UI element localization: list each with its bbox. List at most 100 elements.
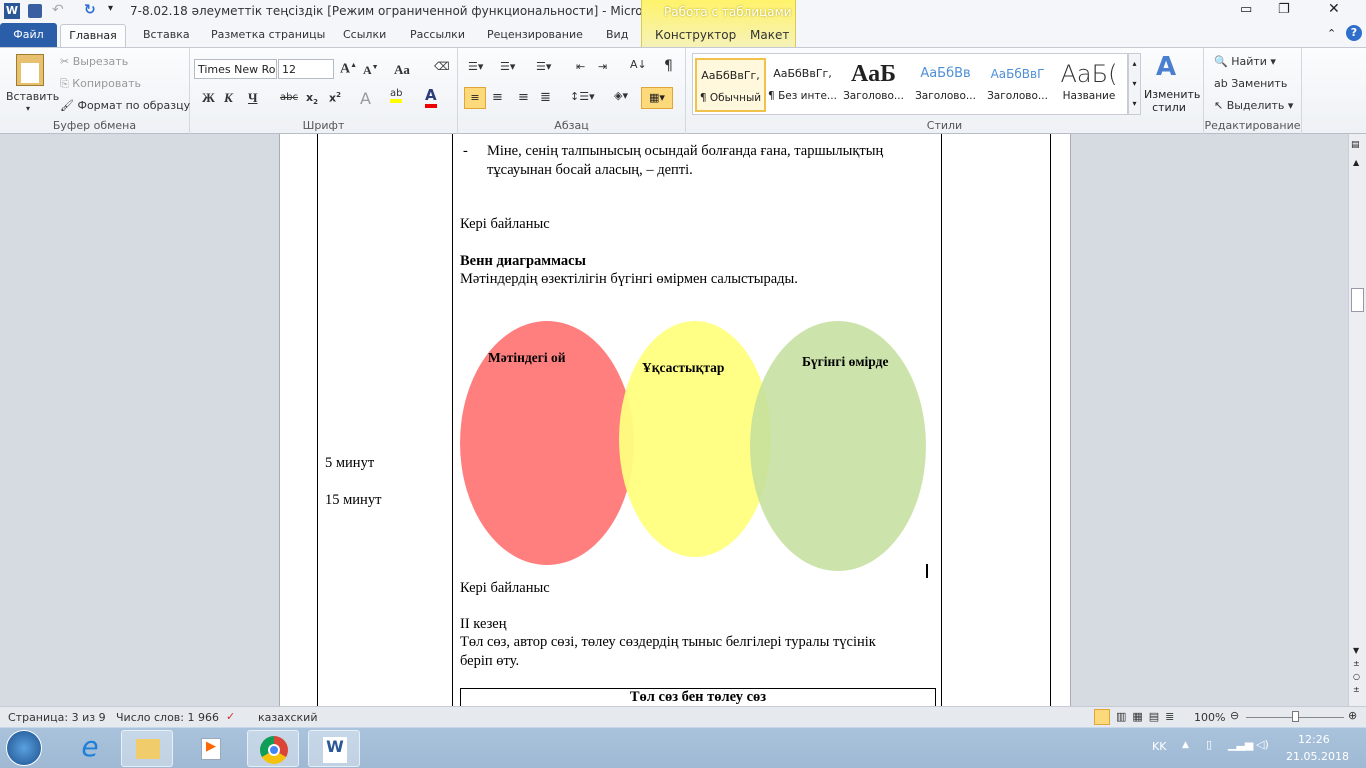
align-left-button[interactable]: ≡ [464,87,486,109]
media-player-icon[interactable]: ▶ [185,730,237,767]
find-button[interactable]: 🔍 Найти ▾ [1214,55,1276,68]
ruler-toggle-icon[interactable]: ▤ [1351,140,1360,150]
style-title[interactable]: АаБ(Название [1054,58,1124,112]
change-styles-icon[interactable]: A [1156,52,1176,82]
vertical-scrollbar[interactable]: ▤ ▲ ▼ ± ○ ± [1348,134,1366,706]
paste-button[interactable]: Вставить [6,90,59,103]
page-count[interactable]: Страница: 3 из 9 [8,711,106,724]
redo-icon[interactable]: ↻ [84,2,96,18]
tab-file[interactable]: Файл [0,23,57,47]
copy-label: Копировать [72,77,142,90]
tab-page-layout[interactable]: Разметка страницы [211,28,325,41]
ie-icon[interactable]: e [64,730,116,767]
select-button[interactable]: ↖ Выделить ▾ [1214,99,1293,112]
shading-icon[interactable]: ◈▾ [614,89,628,102]
clear-formatting-icon[interactable]: ⌫ [434,60,450,73]
increase-indent-icon[interactable]: ⇥ [598,60,607,73]
align-right-button[interactable]: ≡ [518,90,529,105]
paste-icon[interactable] [16,54,44,86]
restore-button[interactable]: ❐ [1278,2,1290,17]
change-styles-button[interactable]: Изменить стили [1144,88,1200,114]
sort-icon[interactable]: A↓ [630,58,647,71]
styles-scroll[interactable]: ▴ ▾ ▾ [1128,53,1141,115]
view-buttons[interactable]: ▥▦▤≣ [1116,710,1180,723]
customize-qat-icon[interactable]: ▾ [108,3,113,14]
change-case-button[interactable]: Aa [394,62,410,78]
start-button[interactable] [6,730,42,766]
text-effects-icon[interactable]: A [360,89,371,108]
font-size-select[interactable]: 12 [278,59,334,79]
style-no-spacing[interactable]: АаБбВвГг, ¶ Без инте... [767,58,838,112]
style-heading1[interactable]: АаБ Заголово... [838,58,909,112]
cut-button[interactable]: ✂ Вырезать [60,55,128,68]
tab-review[interactable]: Рецензирование [487,28,583,41]
copy-button[interactable]: ⎘ Копировать [60,77,141,91]
tab-mailings[interactable]: Рассылки [410,28,465,41]
language[interactable]: казахский [258,711,317,724]
tab-design[interactable]: Конструктор [655,28,736,42]
zoom-slider-thumb[interactable] [1292,711,1299,722]
style-name: ¶ Обычный [699,92,762,104]
tab-layout[interactable]: Макет [750,28,789,42]
superscript-button[interactable]: x2 [329,91,341,105]
bullets-icon[interactable]: ☰▾ [468,60,483,73]
input-language[interactable]: KK [1152,740,1166,753]
format-painter-button[interactable]: 🖌 Формат по образцу [60,99,190,112]
tab-references[interactable]: Ссылки [343,28,386,41]
venn-circle-middle[interactable] [619,321,771,557]
strikethrough-button[interactable]: abc [280,92,298,103]
undo-icon[interactable]: ↶ [52,2,64,18]
zoom-out-icon[interactable]: ⊖ [1230,709,1239,722]
highlight-icon[interactable]: ab [390,88,403,103]
zoom-in-icon[interactable]: ⊕ [1348,709,1357,722]
italic-button[interactable]: К [224,90,233,106]
underline-button[interactable]: Ч [248,90,258,106]
subscript-button[interactable]: x2 [306,91,318,106]
style-heading2[interactable]: АаБбВв Заголово... [910,58,981,112]
volume-icon[interactable]: ◁) [1256,738,1269,751]
word-count[interactable]: Число слов: 1 966 [116,711,219,724]
scroll-thumb[interactable] [1351,288,1364,312]
document-page[interactable]: - Міне, сенің талпынысың осындай болғанд… [279,134,1071,706]
style-heading3[interactable]: АаБбВвГ Заголово... [982,58,1053,112]
show-marks-icon[interactable]: ¶ [664,58,673,74]
minimize-button[interactable]: ▭ [1240,2,1252,17]
signal-icon[interactable]: ▁▃▅ [1228,738,1253,751]
justify-button[interactable]: ≣ [540,90,551,105]
bold-button[interactable]: Ж [202,90,215,106]
help-icon[interactable]: ? [1346,25,1362,41]
minimize-ribbon-icon[interactable]: ⌃ [1327,27,1336,40]
word-icon[interactable]: W [4,3,20,19]
tab-insert[interactable]: Вставка [143,28,190,41]
styles-group: АаБбВвГг, ¶ Обычный АаБбВвГг, ¶ Без инте..… [686,48,1204,134]
scroll-up-icon[interactable]: ▲ [1353,158,1359,167]
style-preview: АаБбВвГг, [773,67,832,80]
replace-button[interactable]: ab Заменить [1214,77,1287,90]
grow-font-icon[interactable]: A▲ [340,61,357,78]
chrome-icon[interactable] [247,730,299,767]
tab-view[interactable]: Вид [606,28,628,41]
clock-date[interactable]: 21.05.2018 [1286,750,1349,763]
browse-buttons[interactable]: ▼ ± ○ ± [1353,644,1360,696]
style-normal[interactable]: АаБбВвГг, ¶ Обычный [695,58,766,112]
save-icon[interactable] [28,4,42,18]
print-layout-button[interactable] [1094,709,1110,725]
zoom-level[interactable]: 100% [1194,711,1225,724]
font-name-select[interactable]: Times New Roman [194,59,277,79]
multilevel-list-icon[interactable]: ☰▾ [536,60,551,73]
numbering-icon[interactable]: ☰▾ [500,60,515,73]
align-center-button[interactable]: ≡ [492,90,503,105]
proofing-icon[interactable]: ✓ [226,710,235,723]
close-button[interactable]: ✕ [1328,1,1340,17]
word-taskbar-icon[interactable]: W [308,730,360,767]
borders-button[interactable]: ▦▾ [641,87,673,109]
battery-icon[interactable]: ▯ [1206,738,1212,751]
decrease-indent-icon[interactable]: ⇤ [576,60,585,73]
font-color-icon[interactable]: A [425,86,437,108]
explorer-icon[interactable] [121,730,173,767]
line-spacing-icon[interactable]: ↕☰▾ [570,90,595,103]
tray-expand-icon[interactable]: ▲ [1182,740,1189,750]
shrink-font-icon[interactable]: A▼ [363,63,379,78]
tab-home[interactable]: Главная [60,24,126,48]
clock-time[interactable]: 12:26 [1298,733,1330,746]
